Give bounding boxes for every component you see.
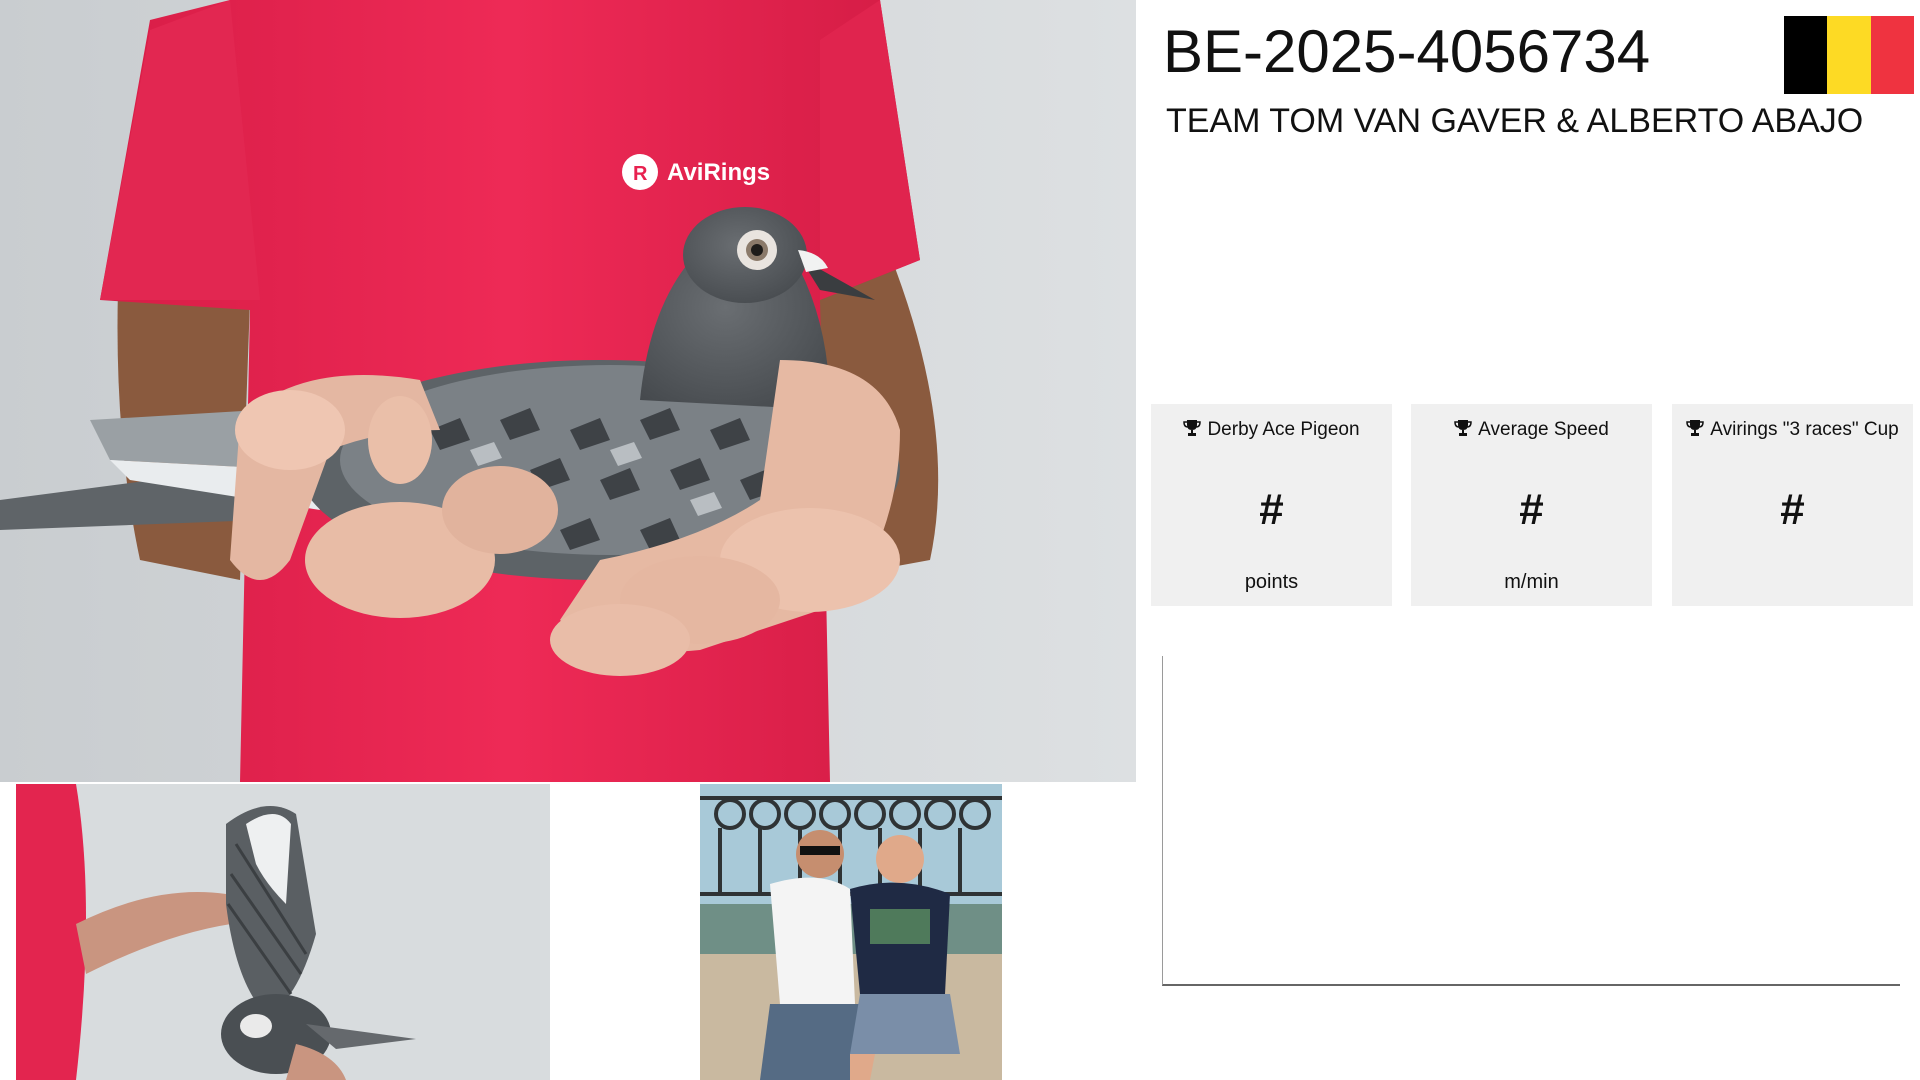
flag-band-red bbox=[1870, 16, 1914, 94]
trophy-icon bbox=[1686, 420, 1705, 436]
main-pigeon-photo: R AviRings bbox=[0, 0, 1136, 782]
stat-value: # bbox=[1519, 485, 1544, 534]
flag-band-yellow bbox=[1827, 16, 1871, 94]
team-photo bbox=[700, 784, 1002, 1080]
stat-title: Average Speed bbox=[1478, 419, 1609, 440]
shirt-logo-text: AviRings bbox=[667, 159, 770, 186]
svg-text:R: R bbox=[633, 163, 648, 185]
trophy-icon bbox=[1454, 420, 1472, 436]
trophy-icon bbox=[1183, 420, 1202, 436]
owner-name: TEAM TOM VAN GAVER & ALBERTO ABAJO bbox=[1166, 102, 1864, 140]
flag-band-black bbox=[1784, 16, 1828, 94]
stat-card-average-speed: Average Speed # m/min bbox=[1411, 404, 1652, 606]
stat-title: Avirings "3 races" Cup bbox=[1710, 419, 1899, 440]
ring-number: BE-2025-4056734 bbox=[1163, 18, 1651, 85]
stat-unit: m/min bbox=[1504, 571, 1559, 593]
stat-card-derby-ace: Derby Ace Pigeon # points bbox=[1151, 404, 1392, 606]
wing-photo bbox=[16, 784, 550, 1080]
stat-card-3-races-cup: Avirings "3 races" Cup # bbox=[1672, 404, 1913, 606]
stat-title: Derby Ace Pigeon bbox=[1207, 419, 1360, 440]
stat-unit: points bbox=[1244, 571, 1299, 593]
belgium-flag-icon bbox=[1784, 16, 1914, 94]
stat-value: # bbox=[1780, 485, 1805, 534]
info-panel bbox=[1162, 656, 1900, 986]
stat-value: # bbox=[1259, 485, 1284, 534]
